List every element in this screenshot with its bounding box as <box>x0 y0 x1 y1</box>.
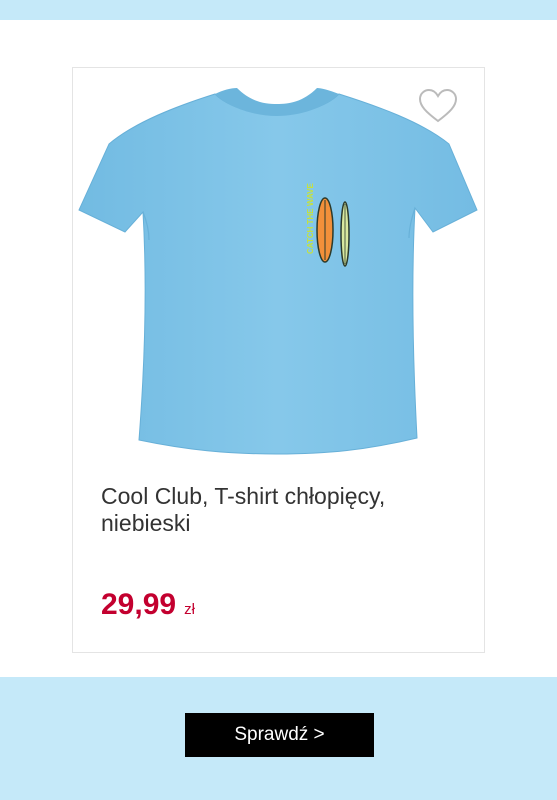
tshirt-body <box>78 93 478 455</box>
check-button[interactable]: Sprawdź > <box>185 713 374 757</box>
graphic-text: CATCH THE WAVE <box>306 183 315 254</box>
price-currency: zł <box>184 601 195 618</box>
price-row: 29,99 zł <box>101 588 195 622</box>
product-title[interactable]: Cool Club, T-shirt chłopięcy, niebieski <box>101 483 461 537</box>
top-banner-band <box>0 0 557 20</box>
product-card[interactable]: CATCH THE WAVE Cool Club, T-shirt chłopi… <box>72 67 485 653</box>
product-image[interactable]: CATCH THE WAVE <box>77 82 481 462</box>
price-value: 29,99 <box>101 588 177 621</box>
